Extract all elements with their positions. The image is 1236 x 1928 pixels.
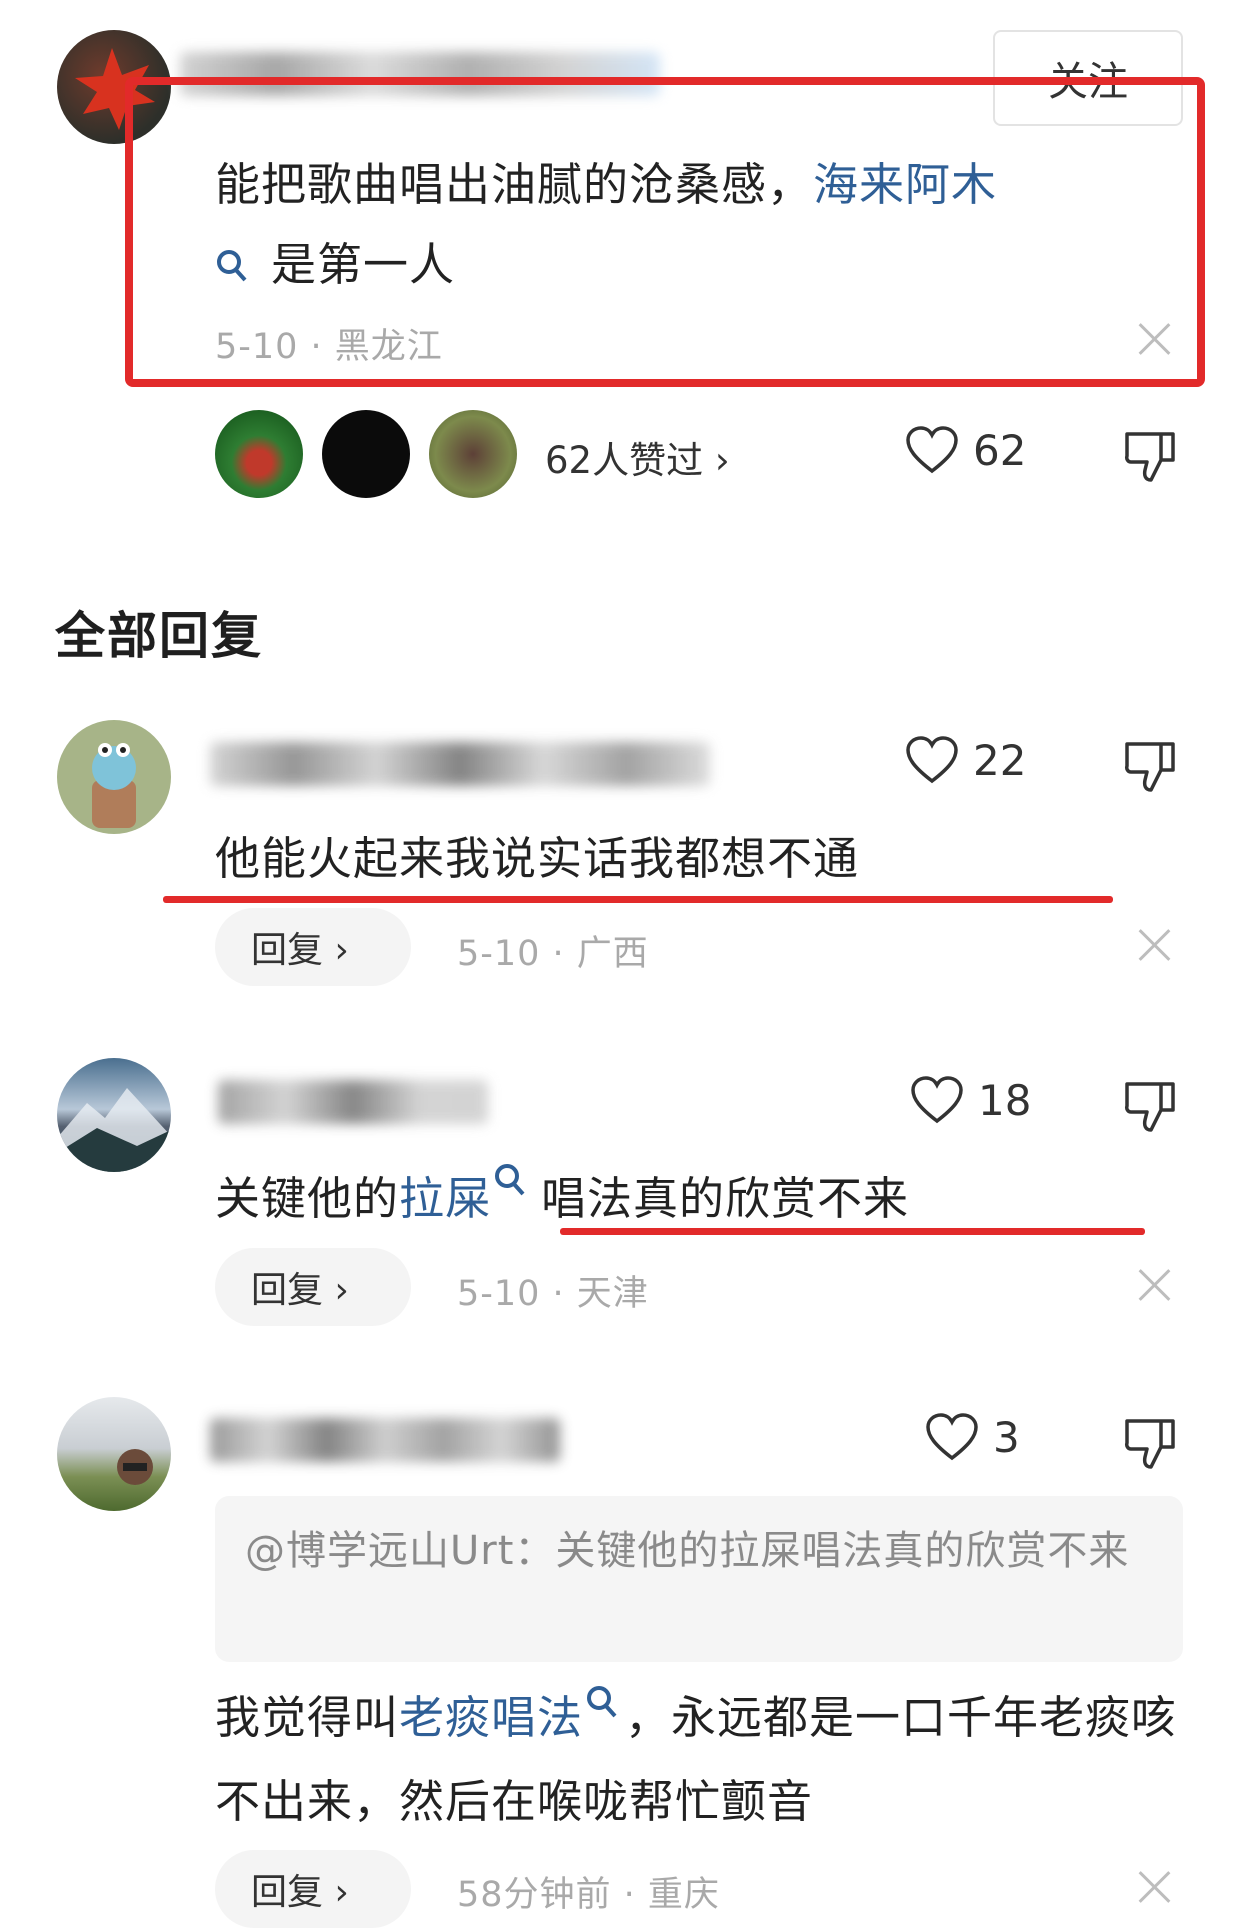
reply-button[interactable]: 回复 › [215,908,411,986]
dislike-icon[interactable] [1123,738,1179,794]
like-button[interactable]: 22 [905,735,1026,785]
like-button[interactable]: 62 [905,425,1026,475]
like-count: 22 [973,735,1027,785]
dislike-icon[interactable] [1123,1415,1179,1471]
search-icon[interactable] [215,248,249,288]
search-link[interactable]: 老痰唱法 [399,1691,583,1744]
search-icon[interactable] [585,1684,619,1724]
dislike-icon[interactable] [1123,1078,1179,1134]
reply-text: 他能火起来我说实话我都想不通 [215,832,860,885]
like-count: 3 [993,1412,1020,1462]
close-icon[interactable] [1137,928,1171,962]
like-count: 18 [978,1075,1032,1125]
username-blurred [218,1080,488,1124]
like-count: 62 [973,425,1027,475]
avatar[interactable] [57,1058,171,1172]
likers-link[interactable]: 62人赞过 › [545,430,730,484]
avatar[interactable] [57,720,171,834]
underline-annotation [560,1228,1145,1235]
comment-text-line2: 是第一人 [215,228,455,293]
reply-button[interactable]: 回复 › [215,1850,411,1928]
search-link[interactable]: 拉屎 [399,1172,491,1225]
cartoon-avatar-icon [92,743,136,828]
username-blurred [210,1418,560,1462]
reply-button[interactable]: 回复 › [215,1248,411,1326]
avatar[interactable] [57,1397,171,1511]
liker-avatar[interactable] [322,410,410,498]
quote-text: @博学远山Urt：关键他的拉屎唱法真的欣赏不来 [245,1528,1130,1574]
dislike-icon[interactable] [1123,428,1179,484]
quoted-reply[interactable]: @博学远山Urt：关键他的拉屎唱法真的欣赏不来 [215,1496,1183,1662]
username-blurred [210,742,710,786]
heart-icon [926,1413,978,1461]
section-title: 全部回复 [55,607,263,665]
search-icon[interactable] [493,1162,527,1202]
comment-text: 能把歌曲唱出油腻的沧桑感，海来阿木 [215,158,998,211]
person-photo-icon [117,1449,153,1485]
heart-icon [911,1076,963,1124]
reply-text: 我觉得叫老痰唱法 ，永远都是一口千年老痰咳不出来，然后在喉咙帮忙颤音 [215,1676,1190,1844]
like-button[interactable]: 18 [910,1075,1031,1125]
heart-icon [906,426,958,474]
reply-meta: 5-10 · 广西 [457,934,649,974]
underline-annotation [163,896,1113,903]
reply-meta: 58分钟前 · 重庆 [457,1875,720,1915]
mountain-icon [57,1088,171,1172]
close-icon[interactable] [1137,1870,1171,1904]
reply-meta: 5-10 · 天津 [457,1274,649,1314]
search-link[interactable]: 海来阿木 [813,158,997,211]
close-icon[interactable] [1137,322,1171,356]
close-icon[interactable] [1137,1268,1171,1302]
liker-avatar[interactable] [215,410,303,498]
heart-icon [906,736,958,784]
reply-text: 关键他的拉屎 唱法真的欣赏不来 [215,1162,909,1227]
liker-avatar[interactable] [429,410,517,498]
comment-meta: 5-10 · 黑龙江 [215,327,443,367]
like-button[interactable]: 3 [925,1412,1020,1462]
